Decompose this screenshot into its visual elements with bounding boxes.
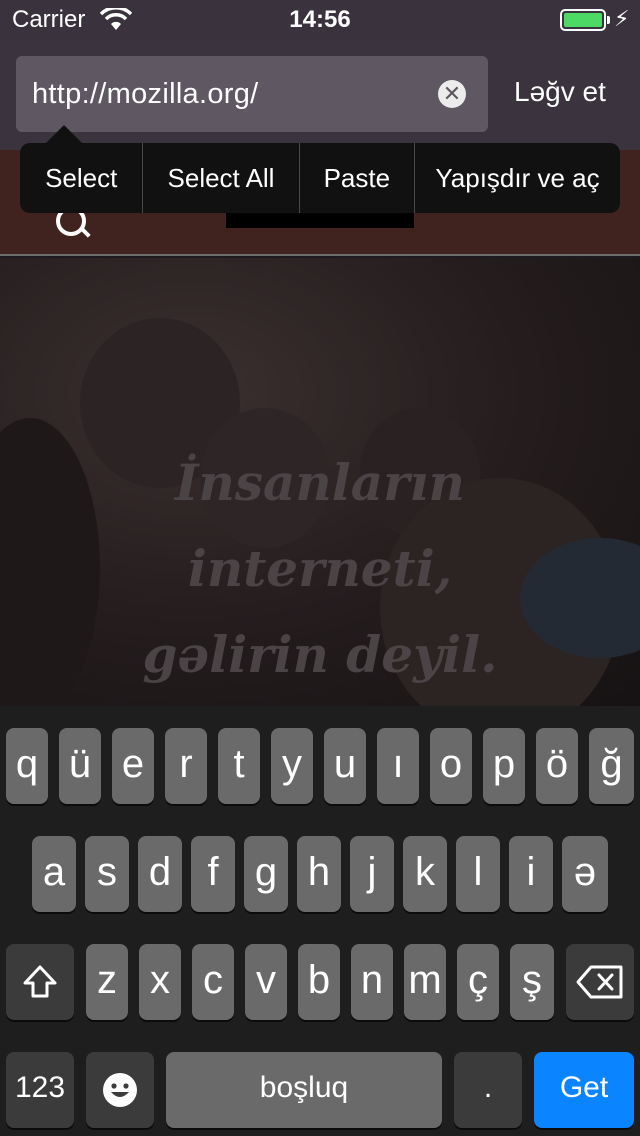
key-m[interactable]: m (404, 944, 446, 1020)
key-dotless-i[interactable]: ı (377, 728, 419, 804)
key-r[interactable]: r (165, 728, 207, 804)
menu-item-select-all[interactable]: Select All (143, 143, 300, 213)
key-f[interactable]: f (191, 836, 235, 912)
clock: 14:56 (289, 6, 351, 33)
key-g-breve[interactable]: ğ (589, 728, 634, 804)
key-u[interactable]: u (324, 728, 366, 804)
key-e[interactable]: e (112, 728, 154, 804)
key-l[interactable]: l (456, 836, 500, 912)
key-p[interactable]: p (483, 728, 525, 804)
key-q[interactable]: q (6, 728, 48, 804)
numbers-key[interactable]: 123 (6, 1052, 74, 1128)
url-bar: http://mozilla.org/ ✕ Ləğv et (0, 40, 640, 150)
shift-icon (23, 965, 57, 998)
key-c[interactable]: c (192, 944, 234, 1020)
key-a[interactable]: a (32, 836, 76, 912)
key-y[interactable]: y (271, 728, 313, 804)
key-s[interactable]: s (85, 836, 129, 912)
key-o[interactable]: o (430, 728, 472, 804)
menu-item-paste-and-go[interactable]: Yapışdır ve aç (415, 143, 620, 213)
key-u-umlaut[interactable]: ü (59, 728, 101, 804)
hero-headline: İnsanların interneti, gəlirin deyil. (0, 440, 640, 698)
edit-menu-arrow (46, 125, 82, 143)
key-c-cedilla[interactable]: ç (457, 944, 499, 1020)
battery-icon (560, 9, 610, 31)
key-g[interactable]: g (244, 836, 288, 912)
key-z[interactable]: z (86, 944, 128, 1020)
hero-line-1: İnsanların (175, 453, 465, 512)
clear-url-icon[interactable]: ✕ (438, 80, 466, 108)
space-key[interactable]: boşluq (166, 1052, 442, 1128)
emoji-icon (103, 1073, 137, 1107)
key-t[interactable]: t (218, 728, 260, 804)
key-j[interactable]: j (350, 836, 394, 912)
status-bar: Carrier 14:56 ⚡ (0, 0, 640, 40)
keyboard: q ü e r t y u ı o p ö ğ a s d f g h j k … (0, 706, 640, 1136)
url-text[interactable]: http://mozilla.org/ (32, 78, 259, 111)
menu-item-select[interactable]: Select (20, 143, 144, 213)
backspace-icon (576, 965, 623, 999)
key-n[interactable]: n (351, 944, 393, 1020)
charging-bolt-icon: ⚡ (614, 6, 630, 31)
key-schwa[interactable]: ə (562, 836, 608, 912)
key-d[interactable]: d (138, 836, 182, 912)
key-h[interactable]: h (297, 836, 341, 912)
emoji-key[interactable] (86, 1052, 154, 1128)
period-key[interactable]: . (454, 1052, 522, 1128)
key-b[interactable]: b (298, 944, 340, 1020)
key-k[interactable]: k (403, 836, 447, 912)
cancel-button[interactable]: Ləğv et (514, 76, 606, 108)
menu-item-paste[interactable]: Paste (300, 143, 416, 213)
edit-menu: Select Select All Paste Yapışdır ve aç (20, 125, 620, 213)
hero-line-3: gəlirin deyil. (142, 625, 498, 684)
delete-key[interactable] (566, 944, 634, 1020)
hero-image: İnsanların interneti, gəlirin deyil. (0, 258, 640, 706)
go-key[interactable]: Get (534, 1052, 634, 1128)
hero-line-2: interneti, (187, 539, 453, 598)
key-i[interactable]: i (509, 836, 553, 912)
shift-key[interactable] (6, 944, 74, 1020)
url-input[interactable]: http://mozilla.org/ ✕ (16, 56, 488, 132)
key-x[interactable]: x (139, 944, 181, 1020)
key-s-cedilla[interactable]: ş (510, 944, 554, 1020)
divider (0, 254, 640, 256)
key-o-umlaut[interactable]: ö (536, 728, 578, 804)
key-v[interactable]: v (245, 944, 287, 1020)
